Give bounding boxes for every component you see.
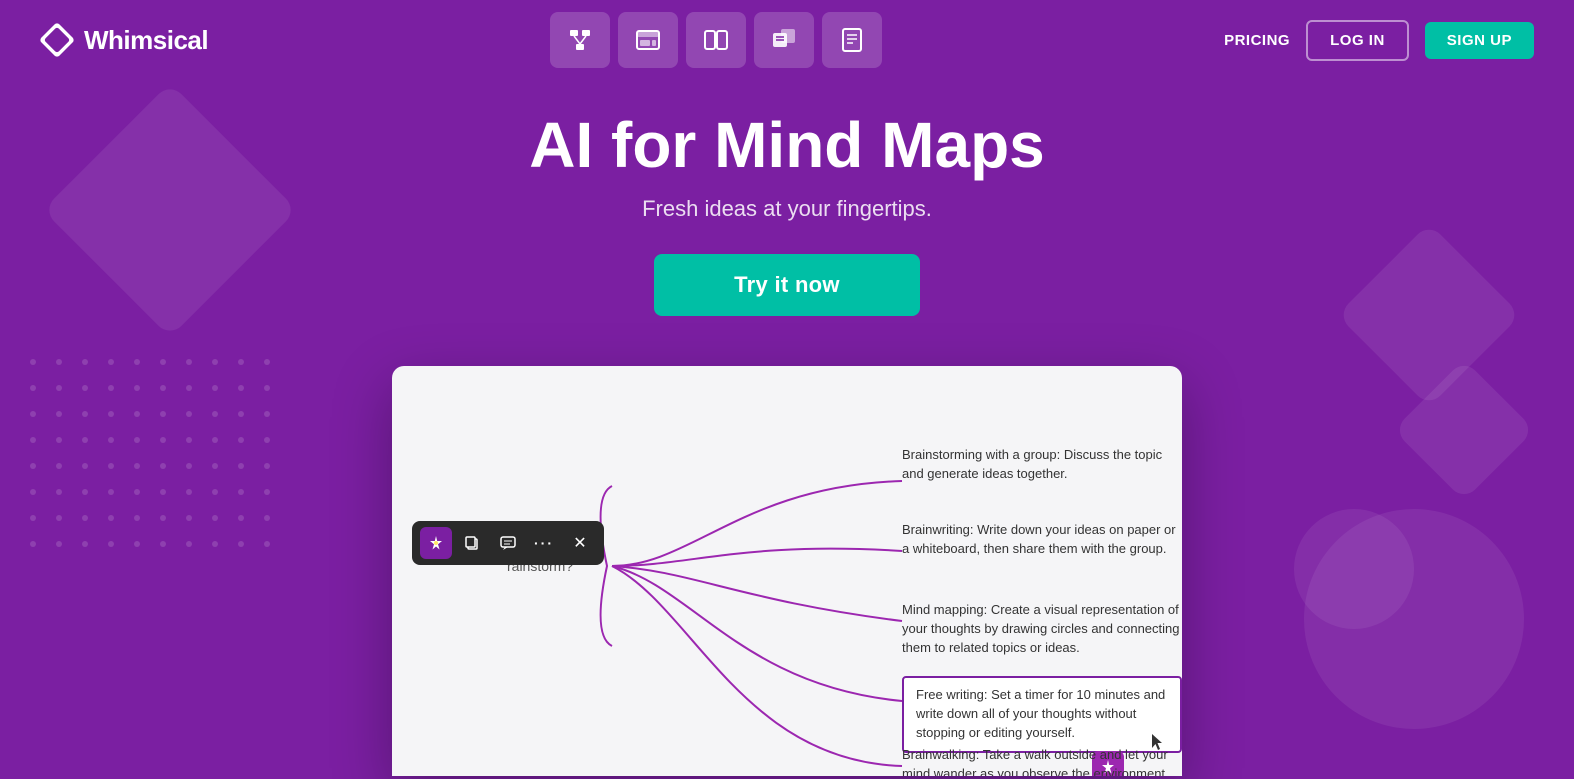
logo-icon bbox=[40, 23, 74, 57]
flowchart-icon bbox=[566, 26, 594, 54]
cursor-indicator bbox=[1152, 734, 1164, 752]
ai-sparkle-icon bbox=[427, 534, 445, 552]
node-2-text: Brainwriting: Write down your ideas on p… bbox=[902, 521, 1182, 559]
dot-item bbox=[238, 359, 244, 365]
comment-icon bbox=[500, 535, 516, 551]
node-3-text: Mind mapping: Create a visual representa… bbox=[902, 601, 1182, 658]
node-4-text-highlighted: Free writing: Set a timer for 10 minutes… bbox=[902, 676, 1182, 753]
node-1-text: Brainstorming with a group: Discuss the … bbox=[902, 446, 1182, 484]
dot-item bbox=[134, 359, 140, 365]
close-icon: ✕ bbox=[573, 533, 586, 553]
nav-actions: PRICING LOG IN SIGN UP bbox=[1224, 20, 1534, 61]
dot-item bbox=[186, 359, 192, 365]
stickynotes-tool-button[interactable] bbox=[754, 12, 814, 68]
flowchart-tool-button[interactable] bbox=[550, 12, 610, 68]
dot-item bbox=[56, 359, 62, 365]
more-toolbar-button[interactable]: ··· bbox=[528, 527, 560, 559]
demo-panel: rainstorm? bbox=[392, 366, 1182, 776]
logo-area[interactable]: Whimsical bbox=[40, 23, 208, 57]
comment-toolbar-button[interactable] bbox=[492, 527, 524, 559]
dot-item bbox=[108, 359, 114, 365]
splitview-tool-button[interactable] bbox=[686, 12, 746, 68]
document-tool-button[interactable] bbox=[822, 12, 882, 68]
pricing-link[interactable]: PRICING bbox=[1224, 32, 1290, 49]
copy-toolbar-button[interactable] bbox=[456, 527, 488, 559]
dot-item bbox=[160, 359, 166, 365]
node-5-text: Brainwalking: Take a walk outside and le… bbox=[902, 746, 1182, 776]
wireframe-icon bbox=[634, 26, 662, 54]
floating-toolbar: ··· ✕ bbox=[412, 521, 604, 565]
more-dots-icon: ··· bbox=[534, 535, 554, 551]
hero-section: AI for Mind Maps Fresh ideas at your fin… bbox=[0, 80, 1574, 336]
split-view-icon bbox=[702, 26, 730, 54]
sticky-notes-icon bbox=[770, 26, 798, 54]
ai-toolbar-button[interactable] bbox=[420, 527, 452, 559]
try-now-button[interactable]: Try it now bbox=[654, 254, 920, 316]
dot-item bbox=[82, 359, 88, 365]
hero-subtitle: Fresh ideas at your fingertips. bbox=[20, 196, 1554, 222]
hero-title: AI for Mind Maps bbox=[20, 110, 1554, 180]
wireframe-tool-button[interactable] bbox=[618, 12, 678, 68]
brand-name: Whimsical bbox=[84, 25, 208, 56]
document-icon bbox=[838, 26, 866, 54]
dot-item bbox=[30, 359, 36, 365]
signup-button[interactable]: SIGN UP bbox=[1425, 22, 1534, 59]
dot-item bbox=[264, 359, 270, 365]
copy-icon bbox=[464, 535, 480, 551]
dot-item bbox=[212, 359, 218, 365]
close-toolbar-button[interactable]: ✕ bbox=[564, 527, 596, 559]
nav-tool-icons bbox=[550, 12, 882, 68]
navbar: Whimsical bbox=[0, 0, 1574, 80]
login-button[interactable]: LOG IN bbox=[1306, 20, 1409, 61]
